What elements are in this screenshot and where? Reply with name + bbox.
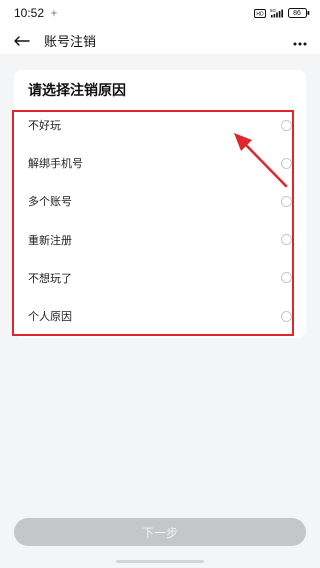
reason-option-label: 不好玩 — [28, 119, 61, 133]
status-bar: 10:52 HD 5G 86 — [0, 0, 320, 26]
next-step-button[interactable]: 下一步 — [14, 518, 306, 546]
radio-button[interactable] — [281, 195, 292, 207]
more-dots-icon — [293, 31, 307, 50]
hd-icon: HD — [254, 8, 266, 18]
radio-button[interactable] — [281, 272, 292, 284]
reason-options: 不好玩 解绑手机号 多个账号 重新注册 不想玩了 个人原因 — [14, 106, 306, 335]
status-time: 10:52 — [14, 6, 45, 20]
more-button[interactable] — [288, 29, 312, 51]
reason-option[interactable]: 重新注册 — [14, 221, 306, 259]
reason-option-label: 重新注册 — [28, 233, 72, 247]
status-right: HD 5G 86 — [254, 8, 310, 18]
reason-option[interactable]: 多个账号 — [14, 182, 306, 220]
arrow-left-icon — [14, 31, 30, 50]
reason-option[interactable]: 解绑手机号 — [14, 144, 306, 182]
reason-option-label: 个人原因 — [28, 310, 72, 324]
reason-option-label: 解绑手机号 — [28, 157, 83, 171]
signal-5g-icon: 5G — [270, 8, 284, 18]
reason-option-label: 多个账号 — [28, 195, 72, 209]
back-button[interactable] — [14, 29, 36, 51]
network-label: 5G — [270, 8, 277, 13]
card-title: 请选择注销原因 — [28, 83, 126, 99]
page-title: 账号注销 — [44, 34, 97, 50]
battery-icon: 86 — [288, 8, 310, 18]
reason-option[interactable]: 个人原因 — [14, 297, 306, 335]
battery-level: 86 — [293, 9, 301, 17]
radio-button[interactable] — [281, 234, 292, 246]
svg-text:HD: HD — [256, 11, 264, 17]
radio-button[interactable] — [281, 119, 292, 131]
radio-button[interactable] — [281, 157, 292, 169]
nav-bar: 账号注销 — [0, 26, 320, 54]
reason-option[interactable]: 不想玩了 — [14, 259, 306, 297]
sparkle-icon — [50, 9, 59, 17]
reason-card: 请选择注销原因 不好玩 解绑手机号 多个账号 重新注册 不想玩了 个人原因 — [14, 70, 306, 338]
status-left: 10:52 — [14, 6, 59, 20]
home-indicator — [116, 560, 204, 563]
radio-button[interactable] — [281, 310, 292, 322]
reason-option-label: 不想玩了 — [28, 271, 72, 285]
reason-option[interactable]: 不好玩 — [14, 106, 306, 144]
